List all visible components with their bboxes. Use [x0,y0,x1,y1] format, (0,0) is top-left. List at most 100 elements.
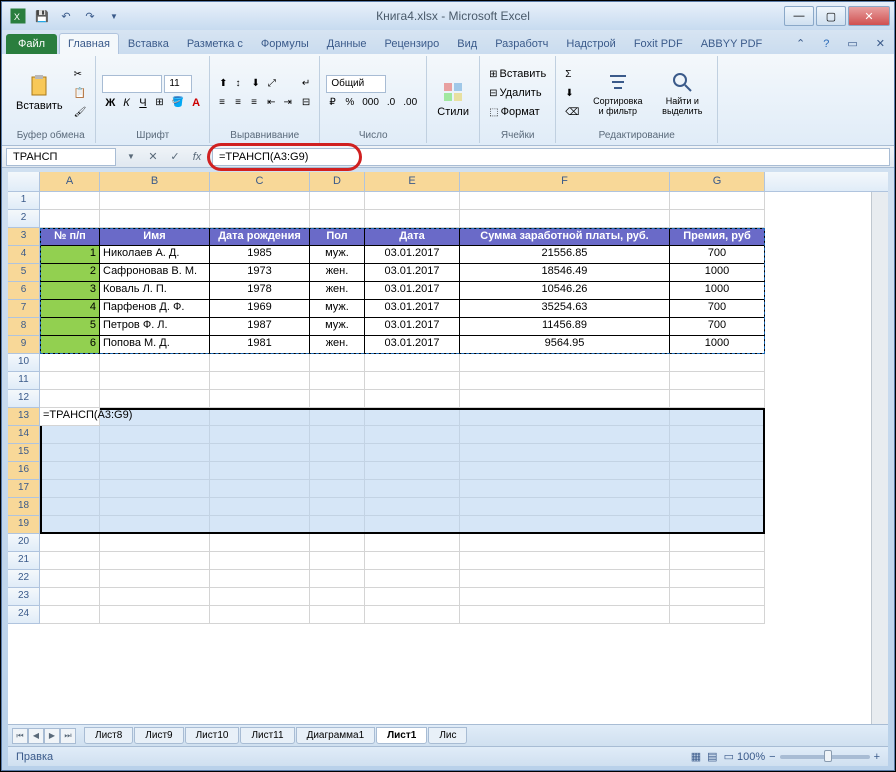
cell[interactable] [365,570,460,588]
table-cell[interactable]: 10546.26 [460,282,670,300]
cell[interactable] [365,372,460,390]
cell[interactable] [210,408,310,426]
cell[interactable] [670,534,765,552]
sheet-nav-next-icon[interactable]: ▶ [44,728,60,744]
cell[interactable] [100,552,210,570]
align-left-icon[interactable]: ≡ [216,94,230,112]
table-cell[interactable]: 700 [670,246,765,264]
cell[interactable] [210,534,310,552]
cell[interactable] [670,498,765,516]
table-cell[interactable]: Петров Ф. Л. [100,318,210,336]
table-cell[interactable]: 1000 [670,282,765,300]
row-header-20[interactable]: 20 [8,534,40,552]
cell[interactable] [670,372,765,390]
delete-cells-button[interactable]: ⊟ Удалить [486,84,549,102]
cell[interactable] [40,210,100,228]
table-cell[interactable]: 6 [40,336,100,354]
cell[interactable] [670,354,765,372]
row-header-6[interactable]: 6 [8,282,40,300]
fill-icon[interactable]: ⬇ [562,84,582,102]
col-header-c[interactable]: C [210,172,310,191]
cell[interactable] [670,480,765,498]
align-middle-icon[interactable]: ↕ [233,75,247,93]
col-header-f[interactable]: F [460,172,670,191]
table-cell[interactable]: 1000 [670,264,765,282]
cut-icon[interactable]: ✂ [71,65,90,83]
cell[interactable] [460,606,670,624]
cell[interactable] [460,192,670,210]
cell[interactable] [365,354,460,372]
row-header-15[interactable]: 15 [8,444,40,462]
table-cell[interactable]: 1 [40,246,100,264]
cell[interactable] [670,426,765,444]
active-cell[interactable]: =ТРАНСП(A3:G9) [40,408,100,426]
table-cell[interactable]: 35254.63 [460,300,670,318]
cell[interactable] [460,498,670,516]
copy-icon[interactable]: 📋 [71,84,90,102]
table-cell[interactable]: 2 [40,264,100,282]
cell[interactable] [310,444,365,462]
cell[interactable] [40,444,100,462]
table-header[interactable]: Дата [365,228,460,246]
row-header-14[interactable]: 14 [8,426,40,444]
cell[interactable] [310,480,365,498]
namebox-dropdown-icon[interactable]: ▼ [122,148,140,166]
cell[interactable] [310,354,365,372]
sheet-nav-prev-icon[interactable]: ◀ [28,728,44,744]
qat-undo-icon[interactable]: ↶ [56,6,76,26]
formula-bar[interactable]: =ТРАНСП(A3:G9) [212,148,890,166]
cell[interactable] [365,210,460,228]
cell[interactable] [460,372,670,390]
cell[interactable] [365,390,460,408]
cell[interactable] [100,354,210,372]
cancel-formula-icon[interactable]: ✕ [144,148,162,166]
qat-dropdown-icon[interactable]: ▼ [104,6,124,26]
cell[interactable] [210,426,310,444]
window-close-icon[interactable]: ✕ [867,32,894,54]
cell[interactable] [670,408,765,426]
insert-cells-button[interactable]: ⊞ Вставить [486,65,549,83]
row-header-18[interactable]: 18 [8,498,40,516]
cell[interactable] [670,552,765,570]
cell[interactable] [460,534,670,552]
col-header-d[interactable]: D [310,172,365,191]
cell[interactable] [100,426,210,444]
cell[interactable] [365,498,460,516]
row-header-23[interactable]: 23 [8,588,40,606]
sheet-tab[interactable]: Лис [428,727,467,744]
row-header-17[interactable]: 17 [8,480,40,498]
cell[interactable] [100,390,210,408]
cell[interactable] [40,480,100,498]
cell[interactable] [460,516,670,534]
table-cell[interactable]: 1969 [210,300,310,318]
cell[interactable] [365,588,460,606]
styles-button[interactable]: Стили [433,78,473,120]
font-color-button[interactable]: A [189,94,203,112]
cell[interactable] [310,606,365,624]
table-cell[interactable]: 1987 [210,318,310,336]
row-header-19[interactable]: 19 [8,516,40,534]
table-header[interactable]: Премия, руб [670,228,765,246]
cell[interactable] [100,516,210,534]
col-header-a[interactable]: A [40,172,100,191]
merge-button[interactable]: ⊟ [299,94,313,112]
table-header[interactable]: Пол [310,228,365,246]
cell[interactable] [210,390,310,408]
tab-review[interactable]: Рецензиро [376,33,449,54]
cell[interactable] [210,210,310,228]
table-cell[interactable]: 1973 [210,264,310,282]
table-header[interactable]: Дата рождения [210,228,310,246]
cell[interactable] [210,192,310,210]
cell[interactable] [310,192,365,210]
table-cell[interactable]: 5 [40,318,100,336]
zoom-out-button[interactable]: − [769,751,775,763]
dec-dec-icon[interactable]: .00 [400,94,420,112]
table-cell[interactable]: жен. [310,336,365,354]
align-bottom-icon[interactable]: ⬇ [249,75,263,93]
table-cell[interactable]: 03.01.2017 [365,282,460,300]
cell[interactable] [210,606,310,624]
vertical-scrollbar[interactable] [871,192,888,724]
cell[interactable] [310,210,365,228]
cell[interactable] [460,210,670,228]
indent-dec-icon[interactable]: ⇤ [264,94,278,112]
